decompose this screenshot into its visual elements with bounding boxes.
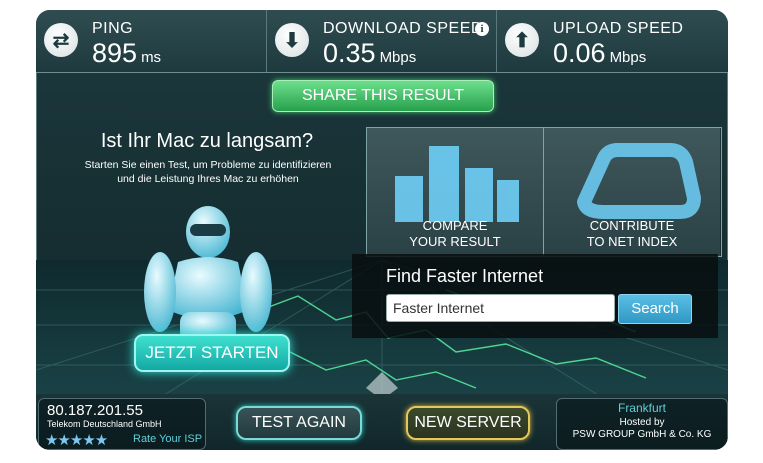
ping-arrows-icon: ⇄ — [44, 23, 78, 57]
upload-label: UPLOAD SPEED — [553, 20, 684, 37]
ping-metric: ⇄ PING 895 ms — [36, 10, 266, 72]
ad-title: Ist Ihr Mac zu langsam? — [100, 130, 314, 152]
upload-metric: ⬆ UPLOAD SPEED 0.06 Mbps — [496, 10, 728, 72]
find-title: Find Faster Internet — [386, 266, 544, 286]
server-info-box: Frankfurt Hosted by PSW GROUP GmbH & Co.… — [556, 398, 728, 450]
hosted-line2: PSW GROUP GmbH & Co. KG — [572, 429, 712, 440]
ping-label: PING — [92, 20, 134, 37]
ping-number: 895 — [92, 38, 138, 68]
compare-line2: YOUR RESULT — [409, 234, 501, 249]
find-search-input[interactable] — [386, 294, 615, 322]
compare-line1: COMPARE — [422, 218, 488, 233]
bar-chart-icon — [395, 146, 519, 222]
download-number: 0.35 — [323, 38, 376, 68]
upload-value: 0.06 Mbps — [553, 38, 646, 69]
hosted-line1: Hosted by — [619, 417, 665, 428]
contribute-tile-label: CONTRIBUTE TO NET INDEX — [544, 218, 720, 250]
upload-number: 0.06 — [553, 38, 606, 68]
isp-name: Telekom Deutschland GmbH — [47, 419, 162, 429]
action-tiles: COMPARE YOUR RESULT CONTRIBUTE TO NET IN… — [366, 127, 722, 257]
ping-unit: ms — [141, 49, 162, 66]
server-city: Frankfurt — [617, 401, 666, 415]
speedtest-frame: ⇄ PING 895 ms ⬇ DOWNLOAD SPEED i 0.35 Mbps… — [36, 10, 728, 450]
download-metric: ⬇ DOWNLOAD SPEED i 0.35 Mbps — [266, 10, 497, 72]
ad-subtitle-line2: und die Leistung Ihres Mac zu erhöhen — [117, 173, 299, 185]
upload-arrow-icon: ⬆ — [505, 23, 539, 57]
download-arrow-icon: ⬇ — [275, 23, 309, 57]
ip-address: 80.187.201.55 — [47, 402, 143, 419]
rate-isp-link[interactable]: Rate Your ISP — [133, 433, 202, 445]
ad-panel[interactable]: Ist Ihr Mac zu langsam? Starten Sie eine… — [48, 124, 366, 384]
search-button[interactable]: Search — [618, 294, 692, 324]
download-unit: Mbps — [379, 49, 417, 66]
new-server-button[interactable]: NEW SERVER — [406, 406, 530, 440]
hosted-by: Hosted by PSW GROUP GmbH & Co. KG — [557, 417, 727, 441]
compare-result-tile[interactable]: COMPARE YOUR RESULT — [367, 128, 544, 256]
download-label: DOWNLOAD SPEED — [323, 20, 483, 37]
share-result-button[interactable]: SHARE THIS RESULT — [272, 80, 494, 112]
download-value: 0.35 Mbps — [323, 38, 416, 69]
contribute-line1: CONTRIBUTE — [589, 218, 675, 233]
rating-stars-icon[interactable]: ★★★★★ — [45, 431, 108, 449]
jetzt-starten-button[interactable]: JETZT STARTEN — [134, 334, 290, 372]
ping-value: 895 ms — [92, 38, 161, 69]
compare-tile-label: COMPARE YOUR RESULT — [367, 218, 543, 250]
find-faster-internet-box: Find Faster Internet Search — [352, 254, 718, 338]
results-bar: ⇄ PING 895 ms ⬇ DOWNLOAD SPEED i 0.35 Mbps… — [36, 10, 728, 73]
net-index-icon — [577, 143, 701, 219]
isp-info-box: 80.187.201.55 Telekom Deutschland GmbH ★… — [38, 398, 206, 450]
info-icon[interactable]: i — [475, 22, 489, 36]
contribute-line2: TO NET INDEX — [586, 234, 678, 249]
upload-unit: Mbps — [609, 49, 647, 66]
ad-subtitle-line1: Starten Sie einen Test, um Probleme zu i… — [84, 159, 332, 171]
test-again-button[interactable]: TEST AGAIN — [236, 406, 362, 440]
contribute-net-index-tile[interactable]: CONTRIBUTE TO NET INDEX — [544, 128, 720, 256]
ad-subtitle: Starten Sie einen Test, um Probleme zu i… — [58, 158, 358, 186]
